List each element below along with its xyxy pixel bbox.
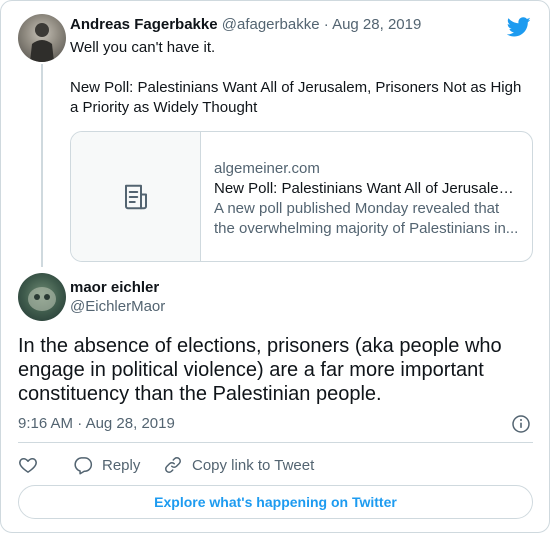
avatar-andreas[interactable] — [18, 14, 66, 62]
reply-button[interactable]: Reply — [73, 455, 163, 475]
link-title: New Poll: Palestinians Want All of Jerus… — [214, 180, 519, 197]
timestamp-separator: · — [77, 415, 83, 432]
reply-label: Reply — [102, 456, 141, 474]
copy-link-button[interactable]: Copy link to Tweet — [163, 455, 314, 475]
tweet-actions: Reply Copy link to Tweet — [18, 453, 314, 477]
info-icon[interactable] — [511, 414, 531, 434]
quoted-author-handle[interactable]: @afagerbakke — [222, 16, 320, 33]
quoted-tweet-date[interactable]: Aug 28, 2019 — [332, 16, 421, 33]
quoted-tweet-header: Andreas Fagerbakke @afagerbakke · Aug 28… — [70, 15, 421, 35]
link-preview-body: algemeiner.com New Poll: Palestinians Wa… — [214, 159, 519, 239]
explore-twitter-button[interactable]: Explore what's happening on Twitter — [18, 485, 533, 519]
tweet-card: Andreas Fagerbakke @afagerbakke · Aug 28… — [0, 0, 550, 533]
quoted-tweet-text: Well you can't have it. New Poll: Palest… — [70, 38, 530, 118]
link-thumbnail — [71, 132, 201, 261]
twitter-logo-icon[interactable] — [507, 15, 531, 39]
author-name[interactable]: maor eichler — [70, 278, 165, 297]
link-description: A new poll published Monday revealed tha… — [214, 200, 519, 237]
quoted-separator: · — [323, 16, 329, 33]
quoted-author-name[interactable]: Andreas Fagerbakke — [70, 16, 218, 33]
link-domain: algemeiner.com — [214, 160, 320, 177]
explore-label: Explore what's happening on Twitter — [154, 494, 397, 510]
tweet-time: 9:16 AM — [18, 415, 74, 432]
like-button[interactable] — [18, 455, 73, 475]
link-preview-card[interactable]: algemeiner.com New Poll: Palestinians Wa… — [70, 131, 533, 262]
tweet-author: maor eichler @EichlerMaor — [70, 278, 165, 316]
avatar-maor[interactable] — [18, 273, 66, 321]
link-icon — [165, 457, 181, 473]
tweet-text: In the absence of elections, prisoners (… — [18, 335, 502, 405]
tweet-date: Aug 28, 2019 — [85, 415, 175, 432]
divider — [18, 442, 533, 443]
copy-link-label: Copy link to Tweet — [192, 456, 315, 474]
quoted-tweet-line-1: Well you can't have it. — [70, 39, 216, 56]
author-handle[interactable]: @EichlerMaor — [70, 297, 165, 316]
quoted-tweet-line-2: New Poll: Palestinians Want All of Jerus… — [70, 79, 522, 116]
thread-line — [41, 64, 43, 267]
heart-icon — [19, 458, 37, 473]
reply-icon — [74, 457, 93, 475]
tweet-timestamp[interactable]: 9:16 AM · Aug 28, 2019 — [18, 414, 175, 434]
document-icon — [124, 184, 147, 209]
person-silhouette-icon — [30, 23, 54, 62]
avatar-image-icon — [28, 287, 56, 311]
